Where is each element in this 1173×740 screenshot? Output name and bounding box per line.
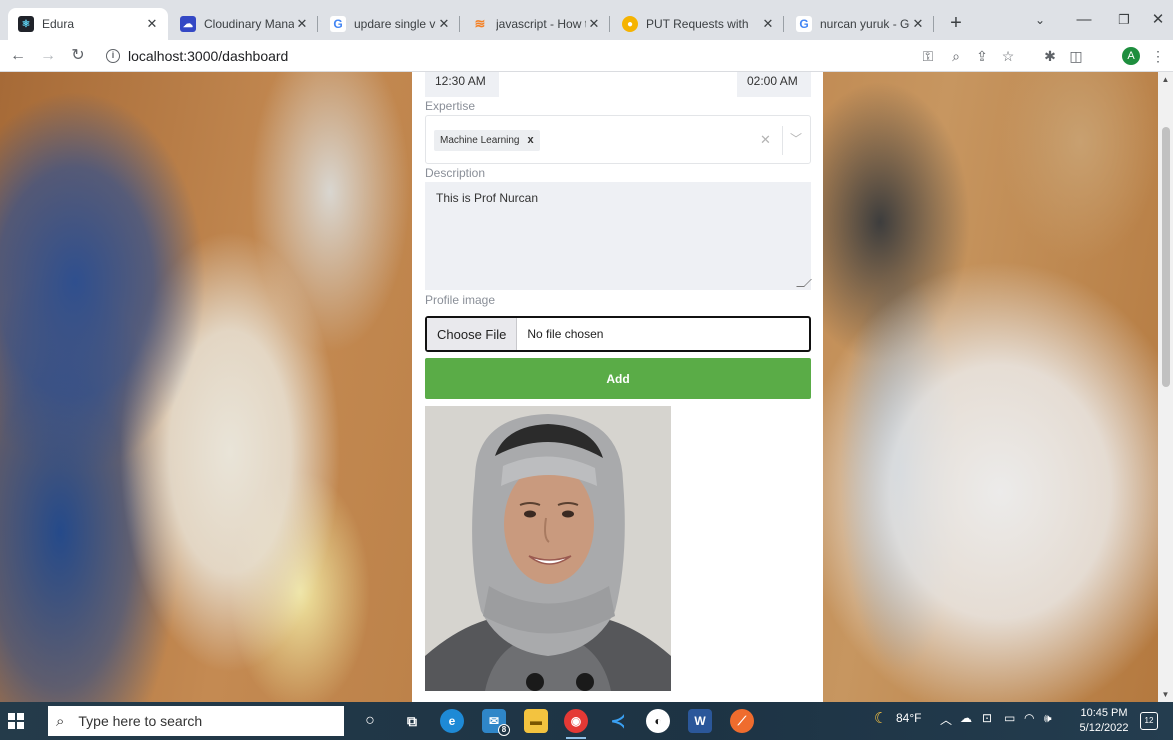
resize-handle-icon[interactable] (796, 279, 812, 287)
add-instructor-form: 12:30 AM 02:00 AM Expertise Machine Lear… (412, 72, 823, 702)
chip-remove-icon[interactable]: x (528, 130, 534, 151)
chrome-browser-icon[interactable]: ◉ (564, 709, 588, 739)
weather-temperature[interactable]: 84°F (896, 711, 921, 725)
close-tab-icon[interactable]: ✕ (910, 16, 926, 32)
word-app-icon[interactable]: W (688, 709, 712, 733)
clear-selection-icon[interactable]: ✕ (760, 132, 771, 148)
weather-moon-icon[interactable]: ☾ (874, 709, 887, 727)
page-viewport: 12:30 AM 02:00 AM Expertise Machine Lear… (0, 72, 1158, 702)
profile-image-label: Profile image (425, 293, 496, 307)
tab-title: updare single value (354, 17, 436, 31)
expertise-label: Expertise (425, 99, 476, 113)
side-panel-icon[interactable]: ◫ (1064, 44, 1088, 68)
mail-app-icon[interactable]: ✉ 8 (482, 709, 510, 736)
blog-favicon-icon: ● (622, 16, 638, 32)
start-time-field[interactable]: 12:30 AM (425, 72, 499, 97)
clock-time: 10:45 PM (1080, 707, 1128, 719)
url-text: localhost:3000/dashboard (128, 48, 289, 64)
cloudinary-favicon-icon: ☁ (180, 16, 196, 32)
reload-icon[interactable]: ↻ (66, 44, 90, 68)
search-placeholder: Type here to search (78, 713, 203, 729)
tray-expand-chevron-icon[interactable]: ︿ (940, 711, 952, 728)
browser-tab-strip: ⚛ Edura ✕ ☁ Cloudinary Manage ✕ G updare… (0, 0, 1173, 40)
bookmark-star-icon[interactable]: ☆ (996, 44, 1020, 68)
volume-icon[interactable]: 🕪 (1044, 711, 1052, 726)
end-time-field[interactable]: 02:00 AM (737, 72, 811, 97)
tab-search-chevron-icon[interactable]: ⌄ (1020, 8, 1060, 32)
mongodb-compass-icon[interactable]: ◐ (646, 709, 670, 733)
meet-now-icon[interactable]: ⊡ (982, 711, 992, 725)
share-icon[interactable]: ⇪ (970, 44, 994, 68)
task-view-icon[interactable]: ⧉ (400, 709, 424, 733)
choose-file-button[interactable]: Choose File (427, 318, 518, 350)
tab-put-requests[interactable]: ● PUT Requests with ✕ (612, 8, 784, 40)
description-text: This is Prof Nurcan (436, 191, 539, 205)
mail-badge: 8 (498, 724, 510, 736)
tab-edura[interactable]: ⚛ Edura ✕ (8, 8, 168, 40)
description-label: Description (425, 166, 486, 180)
address-bar[interactable]: i localhost:3000/dashboard (106, 43, 906, 69)
tab-cloudinary[interactable]: ☁ Cloudinary Manage ✕ (170, 8, 318, 40)
notification-center-icon[interactable]: 12 (1140, 712, 1158, 730)
clock-date: 5/12/2022 (1079, 722, 1129, 734)
password-key-icon[interactable]: ⚿ (916, 44, 940, 68)
add-button[interactable]: Add (425, 358, 811, 399)
dropdown-chevron-icon[interactable]: ﹀ (790, 130, 802, 147)
close-tab-icon[interactable]: ✕ (294, 16, 310, 32)
edge-browser-icon[interactable]: e (440, 709, 464, 733)
new-tab-button[interactable]: + (944, 12, 968, 36)
close-window-button[interactable]: ✕ (1138, 8, 1173, 32)
minimize-button[interactable]: — (1064, 8, 1104, 32)
taskbar-clock[interactable]: 10:45 PM 5/12/2022 (1074, 706, 1134, 736)
close-tab-icon[interactable]: ✕ (586, 16, 602, 32)
windows-start-icon[interactable] (8, 713, 24, 729)
forward-arrow-icon[interactable]: → (36, 44, 60, 68)
wifi-icon[interactable]: ◠ (1024, 711, 1034, 725)
onedrive-cloud-icon[interactable]: ☁ (960, 711, 972, 725)
close-tab-icon[interactable]: ✕ (436, 16, 452, 32)
no-file-chosen-text: No file chosen (527, 327, 604, 341)
google-favicon-icon: G (330, 16, 346, 32)
expertise-multiselect[interactable]: Machine Learning x ✕ ﹀ (425, 115, 811, 164)
taskbar-search-box[interactable]: ⌕ Type here to search (48, 706, 344, 736)
expertise-chip: Machine Learning x (434, 130, 540, 151)
postman-icon[interactable]: ⟋ (730, 709, 754, 733)
tab-stackoverflow[interactable]: ≋ javascript - How to ✕ (462, 8, 610, 40)
vscode-icon[interactable]: ≺ (606, 709, 630, 733)
zoom-icon[interactable]: ⌕ (944, 44, 968, 68)
tab-google-search-1[interactable]: G updare single value ✕ (320, 8, 460, 40)
tab-title: javascript - How to (496, 17, 586, 31)
tab-title: Edura (42, 17, 75, 31)
chip-label: Machine Learning (440, 135, 520, 146)
tab-title: Cloudinary Manage (204, 17, 294, 31)
profile-avatar[interactable]: A (1122, 47, 1140, 65)
scroll-up-arrow-icon[interactable]: ▲ (1161, 75, 1170, 84)
close-tab-icon[interactable]: ✕ (144, 16, 160, 32)
profile-photo-illustration (425, 406, 671, 691)
stackoverflow-favicon-icon: ≋ (474, 16, 486, 31)
menu-kebab-icon[interactable]: ⋮ (1146, 44, 1170, 68)
page-scrollbar[interactable]: ▲ ▼ (1158, 72, 1173, 702)
react-favicon-icon: ⚛ (18, 16, 34, 32)
cortana-circle-icon[interactable]: ○ (358, 709, 382, 733)
profile-image-file-input[interactable]: Choose File No file chosen (425, 316, 811, 352)
google-favicon-icon: G (796, 16, 812, 32)
scrollbar-thumb[interactable] (1162, 127, 1170, 387)
tab-title: nurcan yuruk - Goo (820, 17, 910, 31)
windows-taskbar: ⌕ Type here to search ○ ⧉ e ✉ 8 ▬ ◉ ≺ ◐ W… (0, 702, 1173, 740)
site-info-icon[interactable]: i (106, 49, 120, 63)
scroll-down-arrow-icon[interactable]: ▼ (1161, 690, 1170, 699)
battery-icon[interactable]: ▭ (1004, 711, 1015, 725)
search-icon: ⌕ (56, 712, 65, 730)
tab-title: PUT Requests with (646, 17, 749, 31)
file-explorer-icon[interactable]: ▬ (524, 709, 548, 733)
description-textarea[interactable]: This is Prof Nurcan (425, 182, 812, 290)
close-tab-icon[interactable]: ✕ (760, 16, 776, 32)
extensions-puzzle-icon[interactable]: ✱ (1038, 44, 1062, 68)
profile-image-preview (425, 406, 671, 691)
tab-google-search-2[interactable]: G nurcan yuruk - Goo ✕ (786, 8, 934, 40)
browser-toolbar: ← → ↻ i localhost:3000/dashboard ⚿ ⌕ ⇪ ☆… (0, 40, 1173, 72)
back-arrow-icon[interactable]: ← (6, 44, 30, 68)
